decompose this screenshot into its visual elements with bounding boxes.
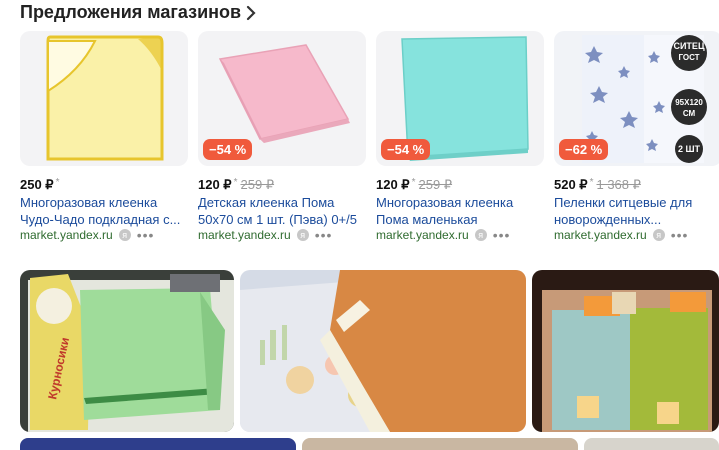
svg-text:ГОСТ: ГОСТ [678,53,699,62]
discount-badge: −62 % [559,139,609,160]
svg-text:СИТЕЦ: СИТЕЦ [673,41,704,51]
price: 520 ₽ [554,177,588,192]
image-result[interactable] [584,438,719,450]
discount-badge: −54 % [203,139,253,160]
yandex-icon: я [118,229,131,241]
image-results-grid: Курносики [0,270,719,450]
product-title-link[interactable]: Детская клеенка Пома 50x70 см 1 шт. (Пэв… [198,194,366,228]
price: 120 ₽ [198,177,232,192]
more-options-icon[interactable]: ••• [315,228,333,242]
offer-card[interactable]: −54 % 120 ₽ * 259 ₽ Детская клеенка Пома 5… [198,31,366,246]
product-image [20,31,188,166]
offers-carousel: 250 ₽ * Многоразовая клеенка Чудо-Чадо по… [20,31,719,251]
shop-link[interactable]: market.yandex.ru [554,228,647,242]
image-result[interactable] [302,438,578,450]
more-options-icon[interactable]: ••• [137,228,155,242]
yandex-icon: я [652,229,665,241]
offer-card[interactable]: СИТЕЦ ГОСТ 95Х120 СМ 2 ШТ −62 % 520 ₽ * 1 … [554,31,719,246]
old-price: 259 ₽ [418,177,453,192]
product-image: −54 % [198,31,366,166]
shop-link[interactable]: market.yandex.ru [20,228,113,242]
offer-card[interactable]: −54 % 120 ₽ * 259 ₽ Многоразовая клеенка П… [376,31,544,246]
product-title-link[interactable]: Многоразовая клеенка Пома маленькая [376,194,544,228]
more-options-icon[interactable]: ••• [493,228,511,242]
old-price: 259 ₽ [240,177,275,192]
product-image: −54 % [376,31,544,166]
svg-text:95Х120: 95Х120 [675,98,703,107]
offer-card[interactable]: 250 ₽ * Многоразовая клеенка Чудо-Чадо по… [20,31,188,246]
shop-link[interactable]: market.yandex.ru [376,228,469,242]
shop-link[interactable]: market.yandex.ru [198,228,291,242]
image-result[interactable]: Курносики [20,270,234,432]
product-image: СИТЕЦ ГОСТ 95Х120 СМ 2 ШТ −62 % [554,31,719,166]
image-result[interactable] [532,270,719,432]
yandex-icon: я [474,229,487,241]
svg-text:СМ: СМ [683,109,696,118]
section-title: Предложения магазинов [20,2,242,22]
yandex-icon: я [296,229,309,241]
section-title-link[interactable]: Предложения магазинов [20,2,258,23]
image-result[interactable] [20,438,296,450]
price: 250 ₽ [20,177,54,192]
discount-badge: −54 % [381,139,431,160]
product-title-link[interactable]: Пеленки ситцевые для новорожденных... [554,194,719,228]
more-options-icon[interactable]: ••• [671,228,689,242]
product-title-link[interactable]: Многоразовая клеенка Чудо-Чадо подкладна… [20,194,188,228]
chevron-right-icon [246,5,256,20]
svg-text:2 ШТ: 2 ШТ [678,144,701,154]
old-price: 1 368 ₽ [596,177,641,192]
image-result[interactable] [240,270,526,432]
price: 120 ₽ [376,177,410,192]
